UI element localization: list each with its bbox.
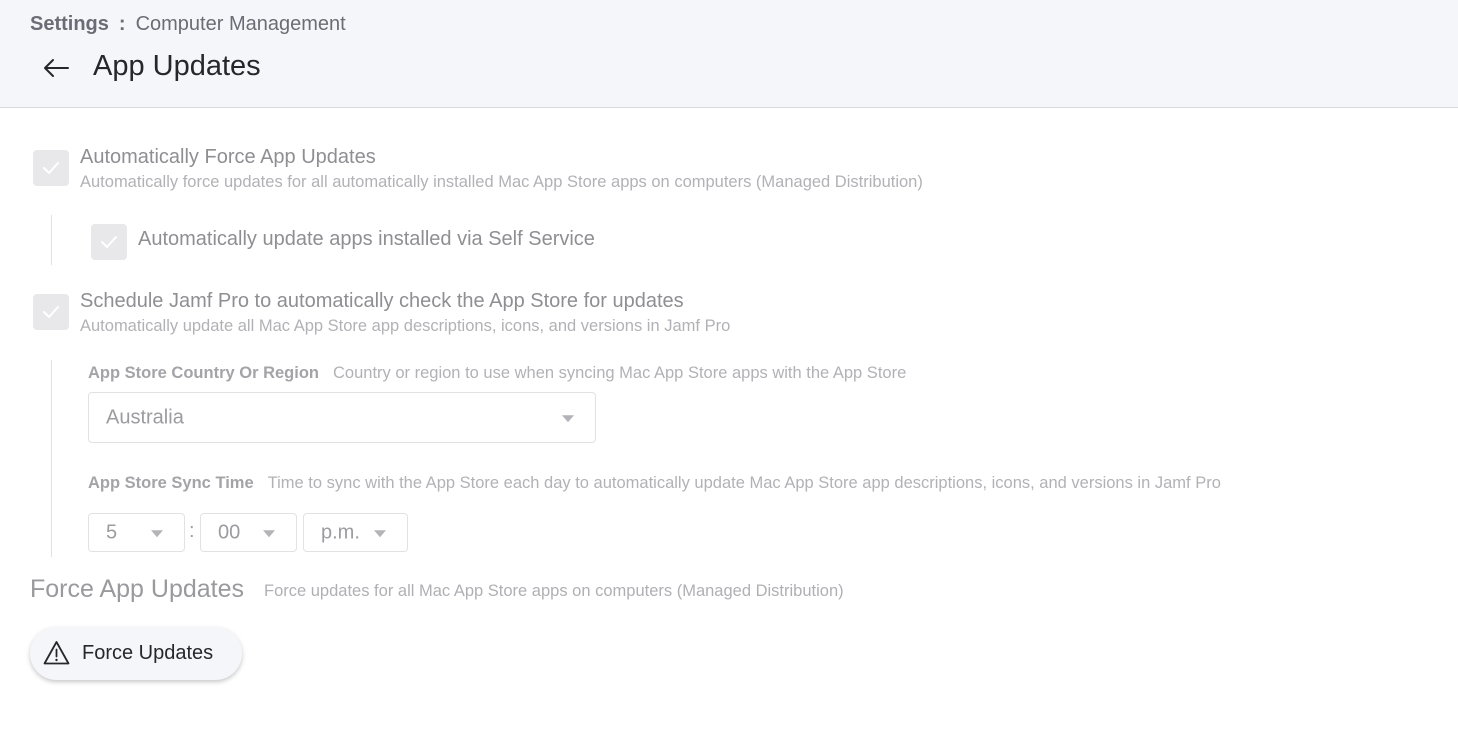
caret-down-icon xyxy=(151,529,163,537)
force-section-description: Force updates for all Mac App Store apps… xyxy=(264,582,844,600)
breadcrumb-current: Computer Management xyxy=(135,13,346,35)
self-service-checkbox[interactable] xyxy=(91,224,127,260)
nested-indent-line xyxy=(51,215,52,265)
auto-force-checkbox[interactable] xyxy=(33,150,69,186)
sync-period-value: p.m. xyxy=(321,521,360,543)
schedule-title: Schedule Jamf Pro to automatically check… xyxy=(80,290,684,312)
auto-force-description: Automatically force updates for all auto… xyxy=(80,173,923,191)
sync-hour-select[interactable]: 5 xyxy=(88,513,185,552)
force-updates-button-label: Force Updates xyxy=(82,642,214,664)
nested-indent-line xyxy=(51,360,52,557)
auto-force-title: Automatically Force App Updates xyxy=(80,146,376,168)
sync-minute-value: 00 xyxy=(218,521,241,543)
sync-time-label: App Store Sync Time xyxy=(88,474,254,492)
country-select[interactable]: Australia xyxy=(88,392,596,443)
check-icon xyxy=(43,162,59,174)
page-title: App Updates xyxy=(93,50,261,82)
time-separator: : xyxy=(189,520,195,542)
sync-time-field-label: App Store Sync Time Time to sync with the… xyxy=(88,474,1221,493)
breadcrumb: Settings: Computer Management xyxy=(30,13,346,36)
page-header: Settings: Computer Management App Updates xyxy=(0,0,1458,108)
force-section-title: Force App Updates xyxy=(30,575,245,603)
country-select-value: Australia xyxy=(106,406,184,428)
caret-down-icon xyxy=(374,529,386,537)
check-icon xyxy=(43,306,59,318)
sync-period-select[interactable]: p.m. xyxy=(303,513,408,552)
country-description: Country or region to use when syncing Ma… xyxy=(333,364,907,382)
sync-minute-select[interactable]: 00 xyxy=(200,513,297,552)
country-label: App Store Country Or Region xyxy=(88,364,319,382)
arrow-left-icon xyxy=(44,59,69,77)
check-icon xyxy=(101,236,117,248)
caret-down-icon xyxy=(263,529,275,537)
breadcrumb-settings-link[interactable]: Settings xyxy=(30,13,109,35)
self-service-title: Automatically update apps installed via … xyxy=(138,228,595,250)
sync-hour-value: 5 xyxy=(106,521,118,543)
schedule-checkbox[interactable] xyxy=(33,294,69,330)
schedule-description: Automatically update all Mac App Store a… xyxy=(80,317,731,335)
sync-time-description: Time to sync with the App Store each day… xyxy=(267,474,1221,492)
caret-down-icon xyxy=(562,414,574,422)
breadcrumb-separator: : xyxy=(118,13,126,35)
warning-triangle-icon xyxy=(43,641,70,665)
force-updates-button[interactable]: Force Updates xyxy=(30,627,242,680)
back-button[interactable] xyxy=(40,52,72,84)
country-field-label: App Store Country Or Region Country or re… xyxy=(88,364,906,383)
